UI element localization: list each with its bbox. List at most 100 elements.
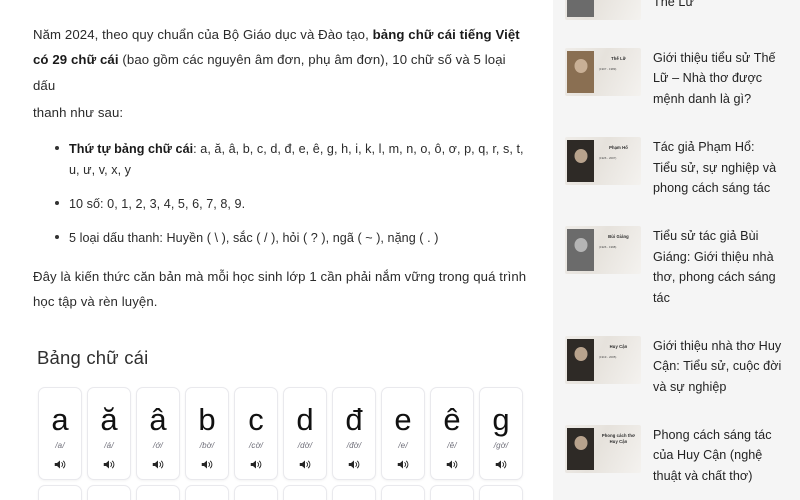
list-item[interactable]: Phạm Hổ (1926 - 2007) Tác giả Phạm Hổ: Tiể… [565,123,782,212]
letter-card-ơ[interactable]: ơ/ơ/ [430,484,474,500]
article-column: Năm 2024, theo quy chuẩn của Bộ Giáo dục… [0,0,553,500]
thumbnail-caption-years: (1907 - 1989) [599,67,617,71]
related-articles-sidebar[interactable]: Tuyển tập thơ & các tác phẩm tiêu biểu c… [553,0,800,500]
related-article-title[interactable]: Tiểu sử tác giả Bùi Giáng: Giới thiệu nh… [653,226,782,308]
list-item: Thứ tự bảng chữ cái: a, ă, â, b, c, d, đ… [55,139,527,179]
related-article-title[interactable]: Giới thiệu nhà thơ Huy Cận: Tiểu sử, cuộ… [653,336,782,397]
letter-pronunciation: /ê/ [447,440,457,450]
facts-list: Thứ tự bảng chữ cái: a, ă, â, b, c, d, đ… [33,139,527,248]
article-thumbnail: Tuyển tập thơ & các tác phẩm tiêu biểu c… [565,0,641,20]
letter-glyph: b [198,402,216,438]
letter-card-đ[interactable]: đ/đờ/ [332,386,376,480]
thumbnail-caption-name: Huy Cận [609,343,628,349]
letter-glyph: c [248,402,264,438]
thumbnail-caption-years: (1919 - 2005) [599,354,617,359]
thumbnail-caption-name: Thế Lữ [611,56,626,61]
letter-glyph: g [492,402,510,438]
related-article-title[interactable]: Phong cách sáng tác của Huy Cận (nghệ th… [653,425,782,486]
letter-card-o[interactable]: o/o/ [332,484,376,500]
letter-pronunciation: /á/ [104,440,114,450]
letter-glyph: e [394,402,412,438]
portrait-photo [567,140,594,183]
article-body: Năm 2024, theo quy chuẩn của Bộ Giáo dục… [0,0,553,500]
letter-glyph: â [149,402,167,438]
letter-pronunciation: /dờ/ [297,440,313,450]
letter-glyph: ê [443,402,461,438]
speaker-icon[interactable] [397,459,409,470]
page-root: Năm 2024, theo quy chuẩn của Bộ Giáo dục… [0,0,800,500]
speaker-icon[interactable] [103,459,115,470]
article-thumbnail: Huy Cận (1919 - 2005) [565,335,641,384]
letter-card-ê[interactable]: ê/ê/ [430,386,474,480]
list-item-bold: Thứ tự bảng chữ cái [69,142,194,157]
article-thumbnail: Phong cách thơ Huy Cận [565,425,641,474]
page-title: Bảng chữ cái [37,346,149,368]
speaker-icon[interactable] [348,459,360,470]
speaker-icon[interactable] [446,459,458,470]
speaker-icon[interactable] [54,459,66,470]
speaker-icon[interactable] [299,459,311,470]
letter-pronunciation: /ớ/ [153,440,163,450]
related-articles-list: Tuyển tập thơ & các tác phẩm tiêu biểu c… [553,0,800,500]
thumbnail-caption-years: (1926 - 1998) [599,245,617,250]
speaker-icon[interactable] [201,459,213,470]
alphabet-grid: a/a/ă/á/â/ớ/b/bờ/c/cờ/d/dờ/đ/đờ/e/e/ê/ê/… [38,386,527,500]
list-item[interactable]: Bùi Giáng (1926 - 1998) Tiểu sử tác giả Bù… [565,212,782,322]
letter-card-m[interactable]: m/mờ/ [234,484,278,500]
list-item[interactable]: Phong cách thơ Huy Cận Phong cách sáng tá… [565,411,782,500]
thumbnail-caption-name: Phong cách thơ Huy Cận [601,433,636,444]
outro-paragraph: Đây là kiến thức căn bản mà mỗi học sinh… [33,268,527,310]
list-item-text: 10 số: 0, 1, 2, 3, 4, 5, 6, 7, 8, 9. [69,196,246,211]
letter-card-h[interactable]: h/hờ/ [38,484,82,500]
letter-glyph: a [51,402,69,438]
speaker-icon[interactable] [152,459,164,470]
intro-paragraph-continued: thanh như sau: [33,105,124,121]
speaker-icon[interactable] [250,459,262,470]
list-item: 5 loại dấu thanh: Huyền ( \ ), sắc ( / )… [55,228,527,248]
list-item: 10 số: 0, 1, 2, 3, 4, 5, 6, 7, 8, 9. [55,194,527,214]
letter-pronunciation: /gờ/ [493,440,509,450]
portrait-photo [567,51,594,93]
related-article-title[interactable]: Giới thiệu tiểu sử Thế Lữ – Nhà thơ được… [653,48,782,109]
related-article-title[interactable]: Tác giả Phạm Hổ: Tiểu sử, sự nghiệp và p… [653,137,782,198]
portrait-photo [567,0,594,17]
letter-card-e[interactable]: e/e/ [381,386,425,480]
letter-card-a[interactable]: a/a/ [38,386,82,480]
letter-pronunciation: /bờ/ [199,440,215,450]
list-item[interactable]: Huy Cận (1919 - 2005) Giới thiệu nhà thơ H… [565,322,782,411]
letter-pronunciation: /e/ [398,440,408,450]
intro-paragraph: Năm 2024, theo quy chuẩn của Bộ Giáo dục… [33,22,527,98]
letter-glyph: đ [345,402,363,438]
letter-card-d[interactable]: d/dờ/ [283,386,327,480]
list-item[interactable]: Tuyển tập thơ & các tác phẩm tiêu biểu c… [565,0,782,34]
letter-glyph: ă [100,402,118,438]
article-thumbnail: Bùi Giáng (1926 - 1998) [565,226,641,275]
portrait-photo [567,229,594,272]
thumbnail-caption-years: (1926 - 2007) [599,156,617,161]
letter-card-l[interactable]: l/lờ/ [185,484,229,500]
letter-card-p[interactable]: p/pờ/ [479,484,523,500]
letter-card-c[interactable]: c/cờ/ [234,386,278,480]
thumbnail-caption-name: Bùi Giáng [608,234,629,240]
letter-pronunciation: /a/ [55,440,65,450]
article-thumbnail: Phạm Hổ (1926 - 2007) [565,137,641,186]
list-item[interactable]: Thế Lữ (1907 - 1989) Giới thiệu tiểu sử Th… [565,34,782,123]
letter-card-ă[interactable]: ă/á/ [87,386,131,480]
portrait-photo [567,428,594,471]
letter-card-i[interactable]: i/i/ [87,484,131,500]
thumbnail-caption-name: Phạm Hổ [609,145,628,151]
letter-glyph: d [296,402,314,438]
letter-card-n[interactable]: n/nờ/ [283,484,327,500]
article-thumbnail: Thế Lữ (1907 - 1989) [565,48,641,96]
portrait-photo [567,338,594,381]
list-item-text: 5 loại dấu thanh: Huyền ( \ ), sắc ( / )… [69,230,439,245]
speaker-icon[interactable] [495,459,507,470]
letter-card-â[interactable]: â/ớ/ [136,386,180,480]
related-article-title[interactable]: phẩm tiêu biểu của Thế Lữ [653,0,782,13]
letter-card-ô[interactable]: ô/ô/ [381,484,425,500]
letter-card-b[interactable]: b/bờ/ [185,386,229,480]
letter-card-k[interactable]: k/ka/ [136,484,180,500]
letter-card-g[interactable]: g/gờ/ [479,386,523,480]
letter-pronunciation: /đờ/ [346,440,362,450]
intro-text-lead: Năm 2024, theo quy chuẩn của Bộ Giáo dục… [33,27,373,42]
